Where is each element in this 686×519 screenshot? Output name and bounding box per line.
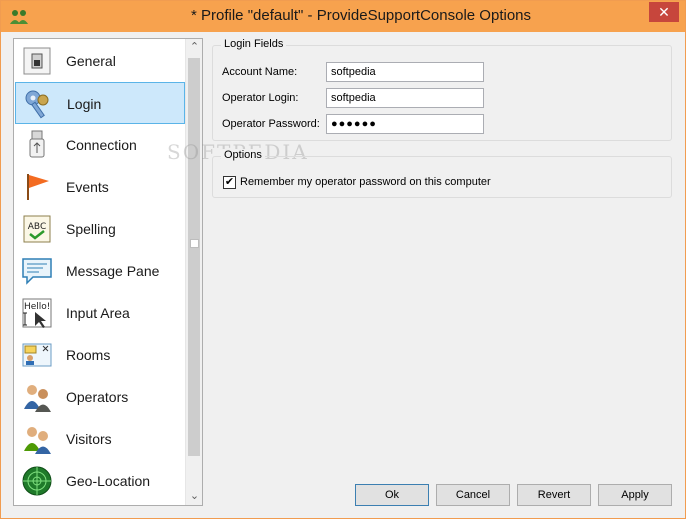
usb-plug-icon: [29, 130, 45, 158]
sidebar-item-label: Rooms: [66, 347, 111, 363]
apply-button[interactable]: Apply: [598, 484, 672, 506]
globe-radar-icon: [22, 466, 52, 496]
switch-icon: [23, 47, 51, 75]
sidebar-item-label: Connection: [66, 137, 137, 153]
sidebar-item-label: Events: [66, 179, 109, 195]
scrollbar-thumb[interactable]: [188, 58, 200, 456]
sidebar-item-label: Message Pane: [66, 263, 160, 279]
window-title: * Profile "default" - ProvideSupportCons…: [191, 7, 531, 24]
options-legend: Options: [221, 149, 265, 161]
sidebar-item-label: General: [66, 53, 116, 69]
sidebar-item-label: Login: [67, 96, 102, 112]
operator-password-field[interactable]: ●●●●●●: [326, 114, 484, 134]
operators-icon: [24, 385, 51, 412]
window-client-area: General Login Connection Events ABC Spel…: [1, 32, 685, 518]
sidebar-item-label: Operators: [66, 389, 129, 405]
operator-password-label: Operator Password:: [222, 118, 320, 130]
sidebar-item-general[interactable]: General: [15, 40, 185, 82]
account-name-label: Account Name:: [222, 66, 298, 78]
hello-icon-text: Hello!: [24, 302, 50, 312]
sidebar-item-rooms[interactable]: Rooms: [15, 334, 185, 376]
scroll-down-arrow-icon[interactable]: ⌄: [186, 488, 202, 505]
close-button[interactable]: ✕: [649, 2, 679, 22]
app-people-icon: [10, 10, 28, 24]
account-name-field[interactable]: softpedia: [326, 62, 484, 82]
operator-login-field[interactable]: softpedia: [326, 88, 484, 108]
title-bar[interactable]: * Profile "default" - ProvideSupportCons…: [1, 1, 685, 32]
options-group: Options ✔ Remember my operator password …: [212, 149, 672, 198]
sidebar-item-label: Geo-Location: [66, 473, 151, 489]
scrollbar-grip: [190, 239, 199, 248]
options-category-list[interactable]: General Login Connection Events ABC Spel…: [13, 38, 203, 506]
abc-spellcheck-icon: ABC: [23, 215, 51, 243]
visitors-icon: [24, 427, 51, 454]
flag-icon: [27, 174, 49, 200]
keys-icon: [25, 90, 49, 119]
rooms-icon: [22, 343, 52, 367]
hello-text-icon: Hello!: [22, 298, 52, 328]
sidebar-item-label: Input Area: [66, 305, 130, 321]
chat-bubble-icon: [22, 258, 52, 285]
sidebar-item-label: Visitors: [66, 431, 112, 447]
sidebar-item-geo-location[interactable]: Geo-Location: [15, 460, 185, 502]
operator-login-label: Operator Login:: [222, 92, 299, 104]
login-fields-group: Login Fields Account Name: softpedia Ope…: [212, 38, 672, 141]
ok-button[interactable]: Ok: [355, 484, 429, 506]
sidebar-item-spelling[interactable]: ABC Spelling: [15, 208, 185, 250]
options-window: * Profile "default" - ProvideSupportCons…: [0, 0, 686, 519]
sidebar-scrollbar[interactable]: ⌃ ⌄: [185, 39, 202, 505]
sidebar-item-events[interactable]: Events: [15, 166, 185, 208]
remember-password-label[interactable]: Remember my operator password on this co…: [240, 176, 491, 188]
revert-button[interactable]: Revert: [517, 484, 591, 506]
scroll-up-arrow-icon[interactable]: ⌃: [186, 39, 202, 56]
cancel-button[interactable]: Cancel: [436, 484, 510, 506]
sidebar-item-operators[interactable]: Operators: [15, 376, 185, 418]
sidebar-item-visitors[interactable]: Visitors: [15, 418, 185, 460]
remember-password-checkbox[interactable]: ✔: [223, 176, 236, 189]
sidebar-item-connection[interactable]: Connection: [15, 124, 185, 166]
sidebar-item-login[interactable]: Login: [15, 82, 185, 124]
sidebar-item-label: Spelling: [66, 221, 116, 237]
sidebar-item-input-area[interactable]: Hello! Input Area: [15, 292, 185, 334]
sidebar-item-message-pane[interactable]: Message Pane: [15, 250, 185, 292]
login-fields-legend: Login Fields: [221, 38, 287, 50]
category-items: General Login Connection Events ABC Spel…: [15, 40, 185, 502]
